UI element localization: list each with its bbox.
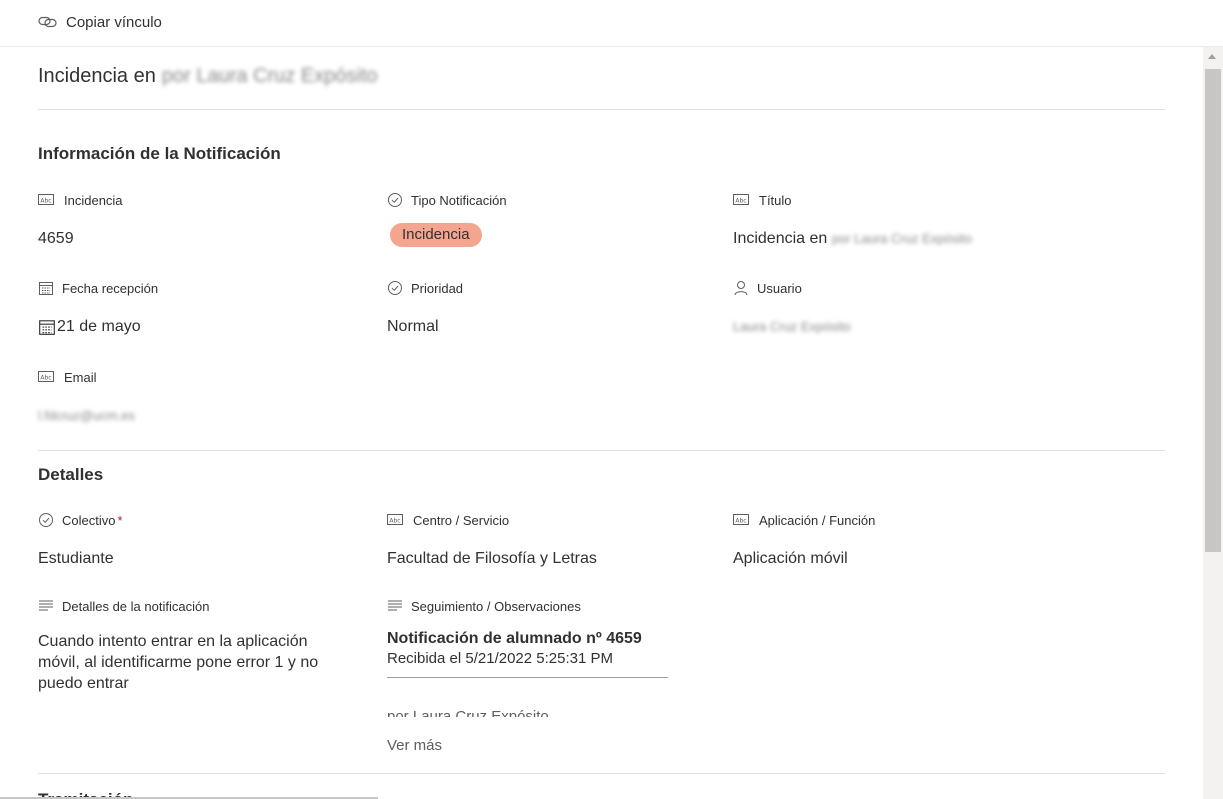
seguimiento-entry-received: Recibida el 5/21/2022 5:25:31 PM xyxy=(387,650,613,667)
vertical-scrollbar[interactable] xyxy=(1203,47,1223,799)
field-colectivo: Colectivo * Estudiante xyxy=(38,511,358,569)
text-field-icon: Abc xyxy=(733,514,749,525)
field-incidencia-label: Incidencia xyxy=(64,192,123,208)
field-centro-label: Centro / Servicio xyxy=(413,512,510,528)
field-detalles-notificacion: Detalles de la notificación Cuando inten… xyxy=(38,597,338,694)
link-icon xyxy=(38,16,57,28)
field-tipo-label: Tipo Notificación xyxy=(411,192,507,208)
multiline-text-icon xyxy=(388,600,402,611)
title-divider xyxy=(38,109,1165,110)
field-seguimiento-label: Seguimiento / Observaciones xyxy=(411,598,581,614)
field-colectivo-value[interactable]: Estudiante xyxy=(38,548,358,569)
field-email: Abc Email l.fdcruz@ucm.es xyxy=(38,368,358,426)
field-titulo-value[interactable]: Incidencia en por Laura Cruz Expósito xyxy=(733,228,1053,249)
field-centro-servicio: Abc Centro / Servicio Facultad de Filoso… xyxy=(387,511,707,569)
ver-mas-link[interactable]: Ver más xyxy=(387,737,442,754)
calendar-icon xyxy=(39,282,53,295)
section-title-detalles: Detalles xyxy=(38,465,104,484)
fecha-value-text: 21 de mayo xyxy=(57,318,141,335)
text-field-icon: Abc xyxy=(38,194,54,205)
usuario-value-redacted: Laura Cruz Expósito xyxy=(733,319,851,334)
field-prioridad-label: Prioridad xyxy=(411,280,464,296)
copy-link-label: Copiar vínculo xyxy=(66,13,162,31)
field-detalles-value[interactable]: Cuando intento entrar en la aplicación m… xyxy=(38,631,338,694)
field-prioridad-value[interactable]: Normal xyxy=(387,316,707,337)
seguimiento-entry-title: Notificación de alumnado nº 4659 xyxy=(387,630,642,647)
field-email-label: Email xyxy=(64,369,97,385)
field-fecha-value[interactable]: 21 de mayo xyxy=(38,316,358,337)
person-icon xyxy=(734,281,748,296)
field-tipo-notificacion: Tipo Notificación Incidencia xyxy=(387,191,707,247)
svg-text:Abc: Abc xyxy=(735,198,746,205)
scroll-thumb[interactable] xyxy=(1205,69,1221,552)
field-incidencia: Abc Incidencia 4659 xyxy=(38,191,358,249)
field-seguimiento: Seguimiento / Observaciones xyxy=(387,597,707,615)
text-field-icon: Abc xyxy=(733,194,749,205)
text-field-icon: Abc xyxy=(38,371,54,382)
field-titulo: Abc Título Incidencia en por Laura Cruz … xyxy=(733,191,1053,249)
field-email-value[interactable]: l.fdcruz@ucm.es xyxy=(38,405,358,426)
svg-text:Abc: Abc xyxy=(40,375,51,382)
copy-link-button[interactable]: Copiar vínculo xyxy=(38,11,162,33)
field-aplicacion-funcion: Abc Aplicación / Función Aplicación móvi… xyxy=(733,511,1053,569)
scroll-up-arrow-icon[interactable] xyxy=(1208,54,1216,59)
field-aplicacion-value[interactable]: Aplicación móvil xyxy=(733,548,1053,569)
required-indicator: * xyxy=(117,512,123,528)
field-titulo-label: Título xyxy=(759,192,792,208)
field-colectivo-label: Colectivo * xyxy=(62,513,123,528)
choice-check-icon xyxy=(39,513,53,527)
svg-text:Abc: Abc xyxy=(389,518,400,525)
field-usuario-value[interactable]: Laura Cruz Expósito xyxy=(733,316,1053,337)
field-fecha-recepcion: Fecha recepción 21 de mayo xyxy=(38,279,358,337)
seguimiento-divider xyxy=(387,677,668,678)
field-aplicacion-label: Aplicación / Función xyxy=(759,512,876,528)
field-prioridad: Prioridad Normal xyxy=(387,279,707,337)
text-field-icon: Abc xyxy=(387,514,403,525)
calendar-icon xyxy=(39,319,55,335)
seguimiento-entry[interactable]: Notificación de alumnado nº 4659 Recibid… xyxy=(387,630,669,717)
section-title-info: Información de la Notificación xyxy=(38,144,281,163)
field-detalles-label: Detalles de la notificación xyxy=(62,598,210,614)
colectivo-label-text: Colectivo xyxy=(62,512,116,528)
page-title-prefix: Incidencia en xyxy=(38,65,156,87)
field-incidencia-value[interactable]: 4659 xyxy=(38,228,358,249)
field-centro-value[interactable]: Facultad de Filosofía y Letras xyxy=(387,548,707,569)
page-title-redacted: por Laura Cruz Expósito xyxy=(161,65,378,87)
page-title: Incidencia en por Laura Cruz Expósito xyxy=(38,65,378,88)
seguimiento-entry-cut: por Laura Cruz Expósito xyxy=(387,708,549,717)
info-divider xyxy=(38,450,1165,451)
choice-check-icon xyxy=(388,193,402,207)
tipo-notificacion-pill[interactable]: Incidencia xyxy=(390,223,482,247)
email-value-redacted: l.fdcruz@ucm.es xyxy=(38,408,135,423)
svg-text:Abc: Abc xyxy=(735,518,746,525)
field-usuario-label: Usuario xyxy=(757,280,802,296)
field-usuario: Usuario Laura Cruz Expósito xyxy=(733,279,1053,337)
command-bar: Copiar vínculo xyxy=(0,0,1223,47)
svg-text:Abc: Abc xyxy=(40,198,51,205)
details-divider xyxy=(38,773,1165,774)
field-fecha-label: Fecha recepción xyxy=(62,280,159,296)
form-panel: Incidencia en por Laura Cruz Expósito In… xyxy=(0,47,1203,799)
choice-check-icon xyxy=(388,281,402,295)
multiline-text-icon xyxy=(39,600,53,611)
titulo-value-redacted: por Laura Cruz Expósito xyxy=(831,231,972,246)
titulo-value-prefix: Incidencia en xyxy=(733,230,828,247)
